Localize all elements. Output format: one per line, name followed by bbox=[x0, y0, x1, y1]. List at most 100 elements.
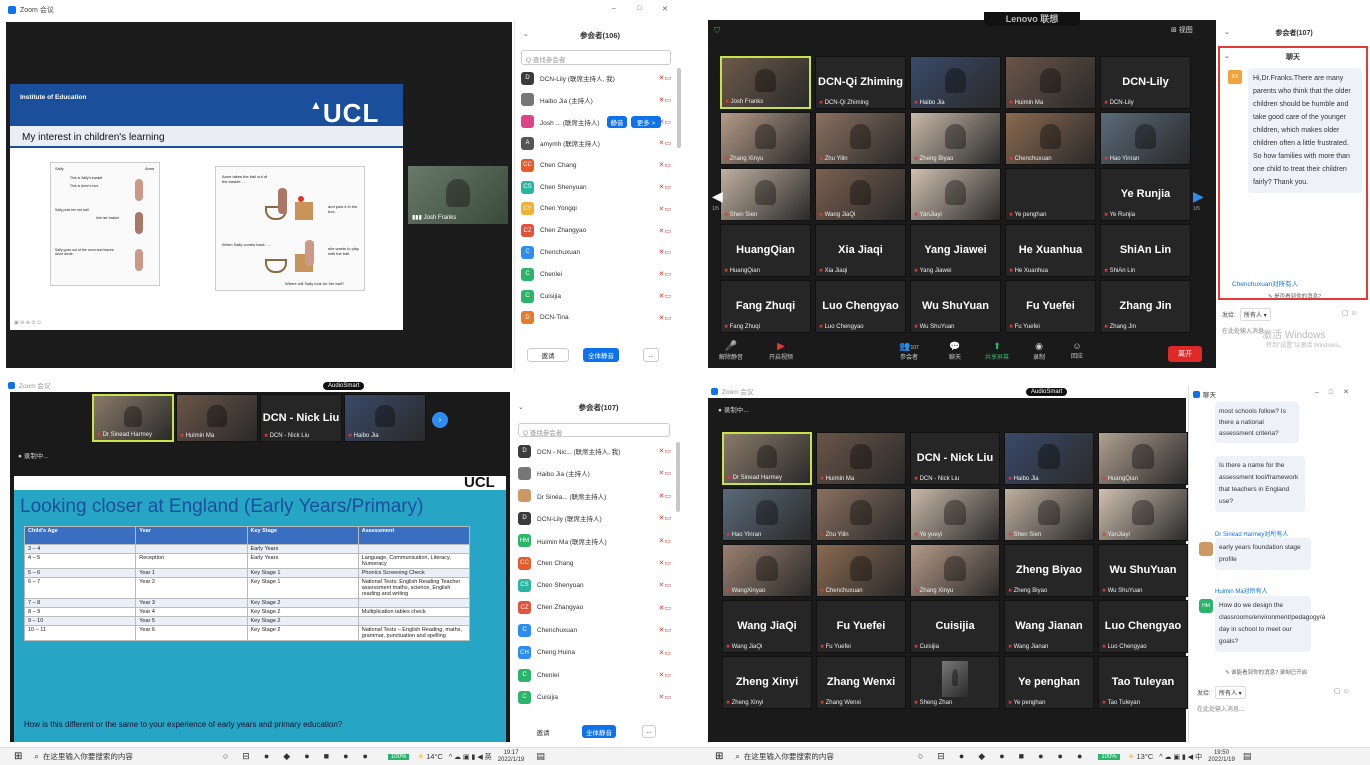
mic-muted-icon[interactable]: ✕▭ bbox=[659, 314, 671, 322]
mic-muted-icon[interactable]: ✕▭ bbox=[659, 537, 671, 545]
participant-row[interactable]: C Chenchuxuan ✕▭ bbox=[521, 242, 671, 262]
send-to-select[interactable]: 所有人 ▾ bbox=[1215, 686, 1246, 699]
participant-row[interactable]: CY Chen Yongqi ✕▭ bbox=[521, 199, 671, 219]
more-participant-button[interactable]: 更多 > bbox=[631, 116, 661, 128]
participant-tile[interactable]: Wu ShuYuan Wu ShuYuan bbox=[1098, 544, 1188, 597]
windows-start-icon[interactable]: ⊞ bbox=[14, 751, 22, 762]
participant-tile[interactable]: He Xuanhua He Xuanhua bbox=[1005, 224, 1096, 277]
recording-indicator[interactable]: ● 录制中... bbox=[718, 404, 749, 414]
participant-row[interactable]: HM Huimin Ma (联席主持人) ✕▭ bbox=[518, 531, 671, 551]
participant-row[interactable]: CZ Chen Zhangyao ✕▭ bbox=[521, 221, 671, 241]
participant-search-input[interactable]: Q 查找参会者 bbox=[521, 50, 671, 65]
participant-tile[interactable]: Fu Yuefei Fu Yuefei bbox=[816, 600, 906, 653]
participant-tile[interactable]: Wang Jianan Wang Jianan bbox=[1004, 600, 1094, 653]
mic-muted-icon[interactable]: ✕▭ bbox=[659, 514, 671, 522]
participant-row[interactable]: Haibo Jia (主持人) ✕▭ bbox=[518, 463, 671, 483]
participants-button[interactable]: 👥107 参会者 bbox=[892, 341, 926, 361]
participant-tile[interactable]: ShiAn Lin ShiAn Lin bbox=[1100, 224, 1191, 277]
file-icon[interactable]: ▢ ☺ bbox=[1342, 309, 1358, 317]
participant-row[interactable]: D DCN-Tina ✕▭ bbox=[521, 308, 671, 328]
presenter-thumbnail[interactable]: ▮▮▮ Josh Franks bbox=[408, 166, 508, 224]
chat-button[interactable]: 💬 聊天 bbox=[942, 341, 968, 361]
participant-row[interactable]: C Chenlei ✕▭ bbox=[518, 665, 671, 685]
participant-tile[interactable]: Huimin Ma bbox=[816, 432, 906, 485]
slide-footer-controls[interactable]: ▣ ⊖ ⊕ ⊙ ⊙ bbox=[14, 320, 41, 326]
participant-row[interactable]: Dr Sinéa... (联席主持人) ✕▭ bbox=[518, 486, 671, 506]
participant-tile[interactable]: Hao Yinran bbox=[722, 488, 812, 541]
participant-tile[interactable]: Dr Sinead Harmey bbox=[92, 394, 174, 442]
mic-muted-icon[interactable]: ✕▭ bbox=[659, 447, 671, 455]
mic-muted-icon[interactable]: ✕▭ bbox=[659, 74, 671, 82]
participant-tile[interactable]: Hao Yinran bbox=[1100, 112, 1191, 165]
participant-tile[interactable]: Huimin Ma bbox=[1005, 56, 1096, 109]
participant-row[interactable]: D DCN-Lily (联席主持人, 我) ✕▭ bbox=[521, 68, 671, 88]
participant-row[interactable]: C Chenlei ✕▭ bbox=[521, 264, 671, 284]
participant-row[interactable]: CC Chen Chang ✕▭ bbox=[521, 155, 671, 175]
participant-tile[interactable]: Ye Runjia Ye Runjia bbox=[1100, 168, 1191, 221]
participant-tile[interactable]: DCN - Nick Liu DCN - Nick Liu bbox=[910, 432, 1000, 485]
participant-tile[interactable]: Chenchuxuan bbox=[816, 544, 906, 597]
participant-tile[interactable]: Haibo Jia bbox=[910, 56, 1001, 109]
participant-tile[interactable]: Zheng Biyao bbox=[910, 112, 1001, 165]
participant-row[interactable]: C Cuisijia ✕▭ bbox=[518, 687, 671, 707]
participant-tile[interactable]: YanJiayi bbox=[1098, 488, 1188, 541]
mic-muted-icon[interactable]: ✕▭ bbox=[659, 248, 671, 256]
mute-all-button[interactable]: 全体静音 bbox=[583, 348, 619, 362]
view-button[interactable]: ⊞ 视图 bbox=[1171, 25, 1193, 35]
reactions-button[interactable]: ☺ 回应 bbox=[1064, 341, 1090, 360]
mic-muted-icon[interactable]: ✕▭ bbox=[659, 96, 671, 104]
tray-icons[interactable]: ^ ☁ ▣ ▮ ◀ 中 bbox=[1159, 752, 1202, 762]
file-icon[interactable]: ▢ ☺ bbox=[1334, 687, 1350, 695]
tray-icons[interactable]: ^ ☁ ▣ ▮ ◀ 英 bbox=[449, 752, 492, 762]
participant-row[interactable]: Haibo Jia (主持人) ✕▭ bbox=[521, 90, 671, 110]
taskbar-apps[interactable]: ○⊟●◆●■●●● bbox=[918, 751, 1097, 762]
prev-page-button[interactable]: ◀ bbox=[712, 188, 723, 205]
invite-button[interactable]: 邀请 bbox=[527, 348, 569, 362]
participant-tile[interactable]: Zhu Yilin bbox=[815, 112, 906, 165]
recording-indicator[interactable]: ● 录制中... bbox=[18, 450, 49, 460]
windows-start-icon[interactable]: ⊞ bbox=[715, 751, 723, 762]
participant-tile[interactable]: Zhang Wenxi Zhang Wenxi bbox=[816, 656, 906, 709]
participant-tile[interactable]: Ye yueyi bbox=[910, 488, 1000, 541]
leave-button[interactable]: 离开 bbox=[1168, 346, 1202, 362]
participant-tile[interactable]: Fu Yuefei Fu Yuefei bbox=[1005, 280, 1096, 333]
participant-tile[interactable]: Wang JiaQi bbox=[815, 168, 906, 221]
participant-tile[interactable]: Luo Chengyao Luo Chengyao bbox=[815, 280, 906, 333]
participant-tile[interactable]: Cuisijia Cuisijia bbox=[910, 600, 1000, 653]
next-strip-button[interactable]: › bbox=[432, 412, 448, 428]
start-video-button[interactable]: ▶ 开启视频 bbox=[766, 341, 796, 361]
mute-participant-button[interactable]: 静音 bbox=[607, 116, 627, 128]
participant-tile[interactable]: Zhu Yilin bbox=[816, 488, 906, 541]
mic-muted-icon[interactable]: ✕▭ bbox=[659, 469, 671, 477]
mic-muted-icon[interactable]: ✕▭ bbox=[659, 205, 671, 213]
participant-tile[interactable]: Haibo Jia bbox=[1004, 432, 1094, 485]
participant-tile[interactable]: Ye penghan bbox=[1005, 168, 1096, 221]
participant-tile[interactable]: Ye penghan Ye penghan bbox=[1004, 656, 1094, 709]
participant-tile[interactable]: Zhang Xinyu bbox=[910, 544, 1000, 597]
participant-tile[interactable]: HuangQian HuangQian bbox=[720, 224, 811, 277]
participant-tile[interactable]: Fang Zhuqi Fang Zhuqi bbox=[720, 280, 811, 333]
mic-muted-icon[interactable]: ✕▭ bbox=[659, 227, 671, 235]
mic-muted-icon[interactable]: ✕▭ bbox=[659, 559, 671, 567]
mic-muted-icon[interactable]: ✕▭ bbox=[659, 581, 671, 589]
participant-tile[interactable]: Yang Jiawei Yang Jiawei bbox=[910, 224, 1001, 277]
next-page-button[interactable]: ▶ bbox=[1193, 188, 1204, 205]
chat-input[interactable]: 在此处输入消息... bbox=[1197, 704, 1244, 713]
participant-tile[interactable]: Josh Franks bbox=[720, 56, 811, 109]
taskbar-search-input[interactable]: 在这里输入你要搜索的内容 bbox=[744, 751, 894, 762]
participant-row[interactable]: CZ Chen Zhangyao ✕▭ bbox=[518, 598, 671, 618]
participant-tile[interactable]: Wang JiaQi Wang JiaQi bbox=[722, 600, 812, 653]
participant-tile[interactable]: Chenchuxuan bbox=[1005, 112, 1096, 165]
participant-search-input[interactable]: Q 查找参会者 bbox=[518, 423, 670, 437]
share-screen-button[interactable]: ⬆ 共享屏幕 bbox=[982, 341, 1012, 361]
participant-tile[interactable]: Zheng Biyao Zheng Biyao bbox=[1004, 544, 1094, 597]
security-shield-icon[interactable]: ⛉ bbox=[714, 26, 720, 36]
minimize-button[interactable]: – bbox=[612, 5, 616, 12]
mute-all-button[interactable]: 全体静音 bbox=[582, 725, 616, 738]
mic-muted-icon[interactable]: ✕▭ bbox=[659, 161, 671, 169]
close-button[interactable]: ✕ bbox=[662, 5, 668, 13]
notification-icon[interactable]: ▤ bbox=[536, 751, 545, 762]
participant-row[interactable]: CS Chen Shenyuan ✕▭ bbox=[518, 575, 671, 595]
mic-muted-icon[interactable]: ✕▭ bbox=[659, 693, 671, 701]
notification-icon[interactable]: ▤ bbox=[1243, 751, 1252, 762]
